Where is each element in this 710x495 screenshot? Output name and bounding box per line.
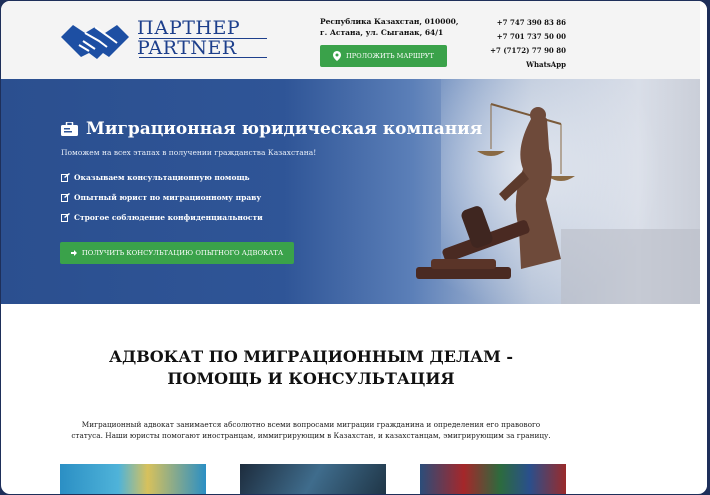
phone-link[interactable]: +7 747 390 83 86: [471, 16, 566, 30]
route-button-label: ПРОЛОЖИТЬ МАРШРУТ: [346, 52, 434, 60]
logo-text-latin: PARTNER: [137, 37, 237, 59]
feature-list: Оказываем консультационную помощь Опытны…: [61, 167, 263, 227]
whatsapp-link[interactable]: WhatsApp: [471, 58, 566, 72]
description-line: статуса. Наши юристы помогают иностранца…: [71, 431, 551, 440]
consultation-button-label: ПОЛУЧИТЬ КОНСУЛЬТАЦИЮ ОПЫТНОГО АДВОКАТА: [81, 249, 284, 257]
phone-link[interactable]: +7 (7172) 77 90 80: [471, 44, 566, 58]
route-button[interactable]: ПРОЛОЖИТЬ МАРШРУТ: [320, 45, 447, 67]
section-heading-line: ПОМОЩЬ И КОНСУЛЬТАЦИЯ: [167, 369, 455, 388]
section-description: Миграционный адвокат занимается абсолютн…: [41, 419, 581, 441]
edit-check-icon: [61, 192, 70, 202]
handshake-icon: [61, 25, 129, 59]
site-header: ПАРТНЕР PARTNER Республика Казахстан, 01…: [1, 1, 707, 79]
section-heading-line: АДВОКАТ ПО МИГРАЦИОННЫМ ДЕЛАМ -: [108, 347, 514, 366]
edit-check-icon: [61, 212, 70, 222]
feature-item: Оказываем консультационную помощь: [61, 167, 263, 187]
passport-thumbnail[interactable]: [240, 464, 386, 494]
feature-text: Строгое соблюдение конфиденциальности: [74, 212, 263, 222]
hero-title-text: Миграционная юридическая компания: [86, 119, 483, 139]
passports-collection-thumbnail[interactable]: [420, 464, 566, 494]
address-line: г. Астана, ул. Сыганак, 64/1: [320, 28, 444, 37]
hero-subtitle: Поможем на всех этапах в получении гражд…: [61, 148, 317, 157]
scrollbar[interactable]: [700, 1, 707, 494]
address-line: Республика Казахстан, 010000,: [320, 17, 459, 26]
map-pin-icon: [333, 51, 342, 61]
phone-link[interactable]: +7 701 737 50 00: [471, 30, 566, 44]
logo[interactable]: ПАРТНЕР PARTNER: [59, 15, 269, 65]
briefcase-icon: [61, 122, 78, 136]
logo-text-cyrillic: ПАРТНЕР: [137, 17, 241, 39]
feature-item: Строгое соблюдение конфиденциальности: [61, 207, 263, 227]
feature-item: Опытный юрист по миграционному праву: [61, 187, 263, 207]
hero-title: Миграционная юридическая компания: [61, 119, 482, 139]
kazakhstan-flag-thumbnail[interactable]: [60, 464, 206, 494]
hero-banner: Миграционная юридическая компания Поможе…: [1, 79, 707, 304]
feature-text: Оказываем консультационную помощь: [74, 172, 250, 182]
arrow-right-icon: [70, 250, 77, 256]
lady-justice-gavel-image: [416, 103, 707, 304]
browser-frame: ПАРТНЕР PARTNER Республика Казахстан, 01…: [0, 0, 708, 495]
address: Республика Казахстан, 010000, г. Астана,…: [320, 16, 480, 38]
phone-list: +7 747 390 83 86 +7 701 737 50 00 +7 (71…: [471, 16, 566, 72]
feature-text: Опытный юрист по миграционному праву: [74, 192, 262, 202]
section-heading: АДВОКАТ ПО МИГРАЦИОННЫМ ДЕЛАМ - ПОМОЩЬ И…: [1, 346, 621, 390]
consultation-button[interactable]: ПОЛУЧИТЬ КОНСУЛЬТАЦИЮ ОПЫТНОГО АДВОКАТА: [60, 242, 294, 264]
description-line: Миграционный адвокат занимается абсолютн…: [81, 420, 541, 429]
edit-check-icon: [61, 172, 70, 182]
